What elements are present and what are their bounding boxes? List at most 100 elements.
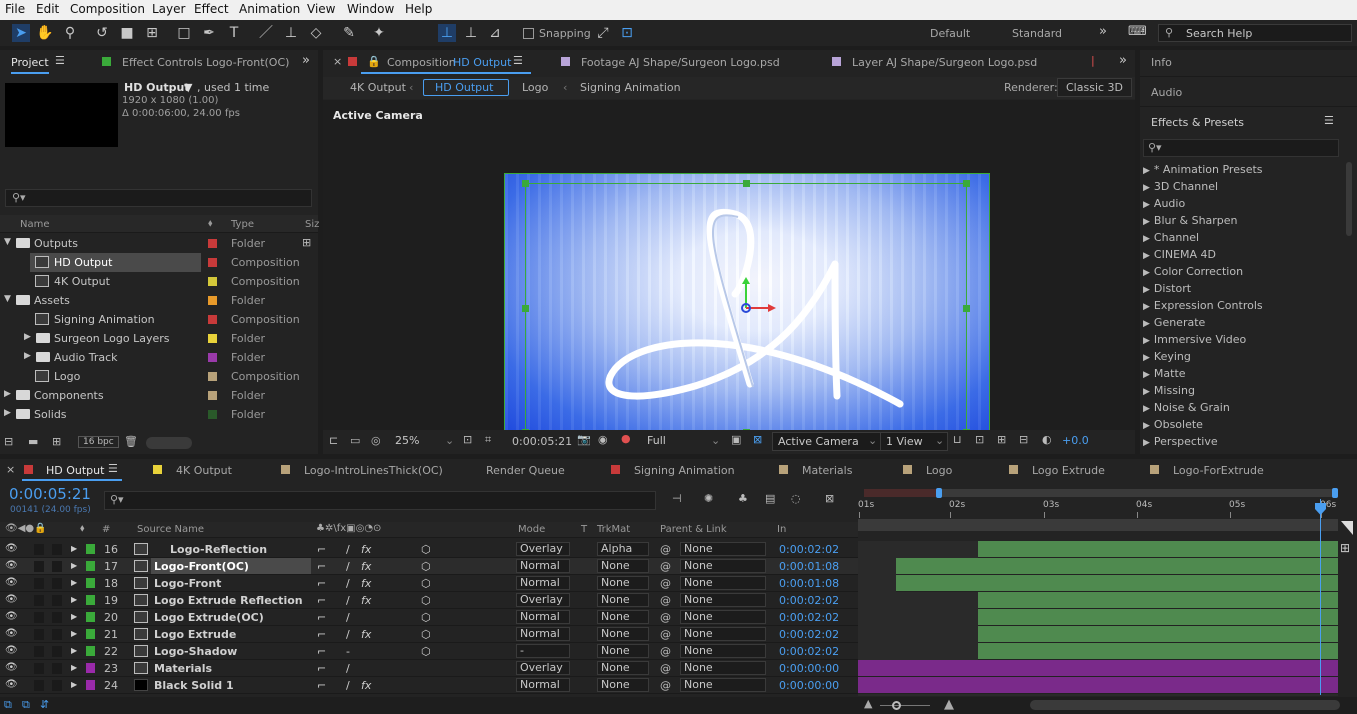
shy-switch-icon[interactable]: ⌐ [317, 645, 326, 658]
layer-in-point[interactable]: 0:00:01:08 [779, 560, 839, 573]
new-composition-icon[interactable]: ⊞ [52, 435, 61, 448]
col-number[interactable]: # [102, 524, 110, 535]
menu-view[interactable]: View [307, 2, 335, 16]
project-item[interactable]: ▶ Solids Folder [0, 405, 300, 424]
blend-mode-dropdown[interactable]: Normal [516, 678, 570, 692]
pick-whip-icon[interactable]: @ [660, 679, 671, 692]
solo-box[interactable] [34, 544, 44, 555]
workspace-menu-icon[interactable]: ⌨ [1128, 24, 1147, 39]
effects-category[interactable]: ▶ Noise & Grain [1143, 401, 1230, 414]
parent-dropdown[interactable]: None [680, 644, 766, 658]
workspace-standard[interactable]: Standard [1012, 27, 1062, 40]
crumb-signing-animation[interactable]: Signing Animation [580, 81, 681, 94]
layer-in-point[interactable]: 0:00:02:02 [779, 611, 839, 624]
eye-icon[interactable]: 👁 [5, 611, 18, 622]
collapse-arrow-icon[interactable]: ▼ [4, 294, 11, 304]
layer-label-color[interactable] [86, 663, 95, 673]
navigator-end-handle[interactable] [1332, 488, 1338, 498]
layer-row[interactable]: 👁 ▶ 23 Materials ⌐ / Overlay None @ None 0:00:00:0… [0, 660, 858, 677]
col-name[interactable]: Name [20, 219, 50, 230]
parent-dropdown[interactable]: None [680, 661, 766, 675]
effects-category[interactable]: ▶ Missing [1143, 384, 1195, 397]
bbox-handle[interactable] [743, 180, 750, 187]
solo-box[interactable] [34, 646, 44, 657]
solo-box[interactable] [34, 561, 44, 572]
layer-duration-bar[interactable] [896, 558, 1338, 575]
panel-menu-icon[interactable]: ☰ [513, 54, 523, 67]
effects-category[interactable]: ▶ Obsolete [1143, 418, 1203, 431]
blend-mode-dropdown[interactable]: Normal [516, 627, 570, 641]
project-item[interactable]: ▼ Outputs Folder ⊞ [0, 234, 311, 253]
view-axis-icon[interactable]: ⊿ [486, 24, 504, 42]
pick-whip-icon[interactable]: @ [660, 628, 671, 641]
current-timecode[interactable]: 0:00:05:21 [9, 485, 91, 503]
time-ruler[interactable]: 01s 02s 03s 04s 05s 06s [858, 499, 1338, 519]
project-item[interactable]: Logo Composition [0, 367, 300, 386]
search-help-input[interactable]: Search Help [1186, 27, 1252, 40]
effects-category[interactable]: ▶ Expression Controls [1143, 299, 1263, 312]
effects-category[interactable]: ▶ CINEMA 4D [1143, 248, 1216, 261]
layer-label-color[interactable] [86, 646, 95, 656]
world-axis-icon[interactable]: ⊥ [462, 24, 480, 42]
snapshot-icon[interactable]: 📷 [577, 433, 591, 446]
layer-name[interactable]: Logo-Reflection [170, 543, 267, 556]
zoom-slider-thumb[interactable] [892, 701, 901, 710]
toggle-pixel-icon[interactable]: ⊔ [953, 433, 962, 446]
track-matte-dropdown[interactable]: None [597, 644, 649, 658]
quality-switch-icon[interactable]: / [346, 662, 350, 675]
expand-arrow-icon[interactable]: ▶ [71, 629, 77, 638]
frame-blending-icon[interactable]: ▤ [765, 492, 775, 505]
parent-dropdown[interactable]: None [680, 576, 766, 590]
quality-switch-icon[interactable]: / [346, 543, 350, 556]
bbox-handle[interactable] [963, 305, 970, 312]
timeline-tab[interactable]: Signing Animation [634, 464, 735, 477]
transparency-grid-icon[interactable]: ⊠ [753, 433, 762, 446]
item-dropdown-icon[interactable]: ▼ [184, 81, 192, 94]
fx-icon[interactable]: fx [361, 679, 371, 692]
close-tab-icon[interactable]: × [6, 463, 15, 476]
pick-whip-icon[interactable]: @ [660, 594, 671, 607]
effects-category[interactable]: ▶ Audio [1143, 197, 1185, 210]
expand-arrow-icon[interactable]: ▶ [4, 389, 11, 399]
tab-composition-name[interactable]: HD Output [453, 56, 511, 69]
composition-mini-flowchart-icon[interactable]: ⊣ [672, 492, 682, 505]
eye-icon[interactable]: 👁 [5, 679, 18, 690]
work-area-bar[interactable] [858, 519, 1338, 531]
timeline-tab[interactable]: Materials [802, 464, 852, 477]
shy-layers-icon[interactable]: ♣ [738, 492, 748, 505]
label-color-swatch[interactable] [208, 353, 217, 362]
crumb-4k-output[interactable]: 4K Output [350, 81, 406, 94]
shy-switch-icon[interactable]: ⌐ [317, 679, 326, 692]
tab-layer[interactable]: Layer AJ Shape/Surgeon Logo.psd [852, 56, 1037, 69]
project-item[interactable]: Signing Animation Composition [0, 310, 300, 329]
tab-footage[interactable]: Footage AJ Shape/Surgeon Logo.psd [581, 56, 780, 69]
menu-edit[interactable]: Edit [36, 2, 59, 16]
project-search-input[interactable]: ⚲▾ [5, 189, 312, 207]
menu-composition[interactable]: Composition [70, 2, 145, 16]
parent-dropdown[interactable]: None [680, 542, 766, 556]
col-source-name[interactable]: Source Name [137, 524, 204, 535]
in-out-icon[interactable]: ⇵ [40, 698, 49, 711]
blend-mode-dropdown[interactable]: Normal [516, 610, 570, 624]
label-tag-icon[interactable]: ⬧ [208, 218, 213, 229]
pick-whip-icon[interactable]: @ [660, 577, 671, 590]
delete-icon[interactable]: 🗑 [124, 435, 138, 448]
label-color-swatch[interactable] [208, 315, 217, 324]
pick-whip-icon[interactable]: @ [660, 543, 671, 556]
3d-layer-icon[interactable]: ⬡ [421, 560, 431, 573]
layer-label-color[interactable] [86, 629, 95, 639]
menu-effect[interactable]: Effect [194, 2, 229, 16]
shy-switch-icon[interactable]: ⌐ [317, 628, 326, 641]
layer-in-point[interactable]: 0:00:01:08 [779, 577, 839, 590]
bit-depth-button[interactable]: 16 bpc [78, 436, 119, 448]
resolution-dropdown[interactable]: Full [647, 434, 666, 447]
3d-layer-icon[interactable]: ⬡ [421, 543, 431, 556]
col-in[interactable]: In [777, 524, 786, 535]
quality-switch-icon[interactable]: / [346, 560, 350, 573]
thumbnail-slider[interactable] [146, 437, 192, 449]
bbox-handle[interactable] [963, 180, 970, 187]
label-color-swatch[interactable] [208, 391, 217, 400]
timeline-search-input[interactable]: ⚲▾ [104, 491, 656, 510]
col-t[interactable]: T [581, 524, 587, 535]
eye-icon[interactable]: 👁 [5, 628, 18, 639]
